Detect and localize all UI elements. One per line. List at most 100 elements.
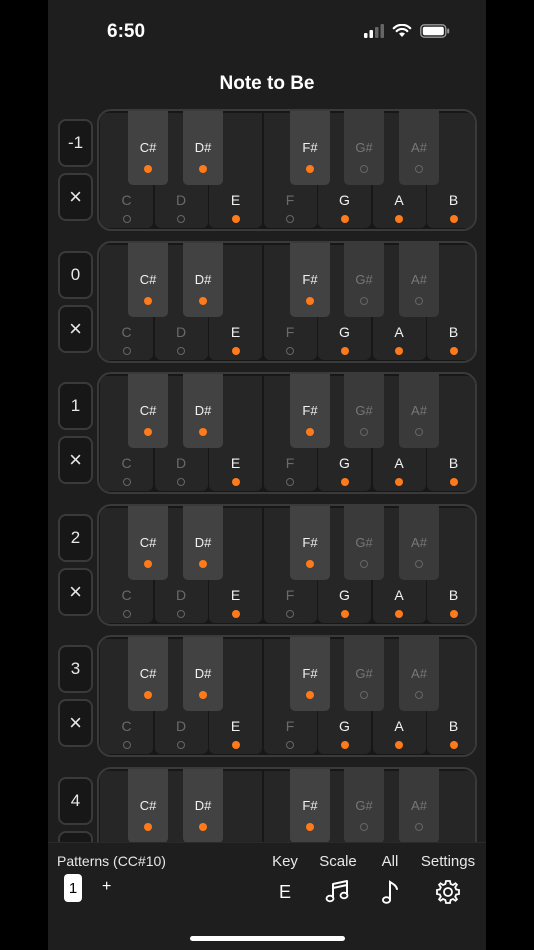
black-key[interactable]: C# bbox=[128, 111, 168, 185]
clear-octave-button[interactable]: × bbox=[58, 173, 93, 221]
black-key[interactable]: F# bbox=[290, 637, 330, 711]
key-label: E bbox=[230, 192, 241, 208]
settings-button[interactable] bbox=[428, 877, 468, 907]
octave-row: 2 × C D E F G A B C# D# F# G# A# bbox=[48, 503, 486, 626]
black-key[interactable]: F# bbox=[290, 768, 330, 842]
key-state-dot bbox=[177, 346, 185, 355]
piano-keyboard: C D E F G A B C# D# F# G# A# bbox=[97, 635, 477, 757]
black-key[interactable]: D# bbox=[183, 505, 223, 580]
black-key[interactable]: A# bbox=[399, 637, 439, 711]
key-state-dot bbox=[360, 165, 368, 173]
black-key[interactable]: G# bbox=[344, 111, 384, 185]
key-label: D# bbox=[194, 797, 212, 813]
pattern-1-button[interactable]: 1 bbox=[64, 874, 82, 902]
clear-octave-button[interactable]: × bbox=[58, 567, 93, 616]
clear-octave-button[interactable]: × bbox=[58, 830, 93, 842]
black-key[interactable]: F# bbox=[290, 505, 330, 580]
key-button[interactable]: E bbox=[265, 877, 305, 907]
key-label: A bbox=[394, 323, 404, 340]
key-label: F# bbox=[302, 666, 318, 681]
black-key[interactable]: C# bbox=[128, 374, 168, 448]
black-key[interactable]: G# bbox=[344, 505, 384, 580]
octave-number-button[interactable]: 0 bbox=[58, 250, 93, 299]
key-label: C bbox=[121, 718, 132, 734]
key-state-dot bbox=[122, 478, 131, 486]
key-label: F bbox=[285, 586, 295, 603]
black-key[interactable]: A# bbox=[399, 242, 439, 317]
key-label: F bbox=[285, 455, 295, 471]
key-label: A bbox=[394, 455, 404, 471]
key-label: F# bbox=[302, 140, 318, 155]
black-key[interactable]: G# bbox=[344, 768, 384, 842]
key-state-dot bbox=[199, 428, 207, 436]
key-label: B bbox=[448, 718, 459, 734]
black-key[interactable]: D# bbox=[183, 374, 223, 448]
key-label: G bbox=[339, 586, 350, 603]
key-label: C# bbox=[139, 666, 157, 681]
key-label: B bbox=[448, 192, 459, 208]
black-key[interactable]: C# bbox=[128, 505, 168, 580]
key-label: A# bbox=[411, 403, 427, 418]
scale-button[interactable] bbox=[318, 877, 358, 907]
key-label: D bbox=[175, 718, 187, 734]
key-state-dot bbox=[449, 346, 458, 355]
black-key[interactable]: C# bbox=[128, 242, 168, 317]
key-state-dot bbox=[415, 559, 423, 568]
octave-number-button[interactable]: 2 bbox=[58, 513, 93, 562]
piano-keyboard: C D E F G A B C# D# F# G# A# bbox=[97, 372, 477, 494]
key-state-dot bbox=[231, 215, 240, 223]
key-label: E bbox=[230, 323, 241, 340]
key-label: G# bbox=[355, 140, 373, 155]
black-key[interactable]: A# bbox=[399, 505, 439, 580]
black-key[interactable]: D# bbox=[183, 242, 223, 317]
key-label: G# bbox=[355, 797, 373, 813]
all-button[interactable] bbox=[370, 877, 410, 907]
key-label: F# bbox=[302, 271, 318, 287]
key-state-dot bbox=[177, 609, 185, 618]
key-label: A bbox=[394, 586, 404, 603]
octave-row: -1 × C D E F G A B C# D# F# G# A# bbox=[48, 109, 486, 231]
key-label: C bbox=[121, 586, 132, 603]
clear-octave-button[interactable]: × bbox=[58, 436, 93, 484]
black-key[interactable]: A# bbox=[399, 374, 439, 448]
black-key[interactable]: C# bbox=[128, 637, 168, 711]
key-label: D# bbox=[194, 403, 212, 418]
key-state-dot bbox=[199, 165, 207, 173]
key-state-dot bbox=[340, 346, 349, 355]
key-label: A# bbox=[411, 797, 427, 813]
clear-octave-button[interactable]: × bbox=[58, 699, 93, 747]
octave-list[interactable]: -1 × C D E F G A B C# D# F# G# A# 0 × C D E F G A B C# D# F# G# A# 1… bbox=[48, 0, 486, 842]
octave-number-button[interactable]: -1 bbox=[58, 119, 93, 167]
black-key[interactable]: G# bbox=[344, 374, 384, 448]
key-label: G bbox=[339, 192, 350, 208]
black-key[interactable]: D# bbox=[183, 637, 223, 711]
black-key[interactable]: C# bbox=[128, 768, 168, 842]
key-label: Key bbox=[272, 853, 298, 870]
key-state-dot bbox=[144, 559, 152, 568]
octave-number-button[interactable]: 3 bbox=[58, 645, 93, 693]
add-pattern-button[interactable]: + bbox=[102, 878, 111, 896]
black-key[interactable]: F# bbox=[290, 374, 330, 448]
key-state-dot bbox=[144, 822, 152, 831]
clear-octave-button[interactable]: × bbox=[58, 304, 93, 353]
black-key[interactable]: A# bbox=[399, 768, 439, 842]
key-state-dot bbox=[415, 296, 423, 305]
octave-number-button[interactable]: 4 bbox=[58, 776, 93, 825]
key-state-dot bbox=[415, 822, 423, 831]
octave-number-button[interactable]: 1 bbox=[58, 382, 93, 430]
black-key[interactable]: D# bbox=[183, 768, 223, 842]
black-key[interactable]: F# bbox=[290, 111, 330, 185]
black-key[interactable]: D# bbox=[183, 111, 223, 185]
key-label: E bbox=[230, 455, 241, 471]
key-state-dot bbox=[231, 346, 240, 355]
key-state-dot bbox=[286, 741, 294, 749]
key-state-dot bbox=[395, 346, 403, 355]
phone-screen: 6:50 Note to Be -1 × C D E F G A B C# D# F# G# A# 0 × C D… bbox=[48, 0, 486, 950]
music-note-icon bbox=[382, 880, 398, 904]
black-key[interactable]: A# bbox=[399, 111, 439, 185]
black-key[interactable]: F# bbox=[290, 242, 330, 317]
black-key[interactable]: G# bbox=[344, 242, 384, 317]
black-key[interactable]: G# bbox=[344, 637, 384, 711]
key-state-dot bbox=[449, 478, 458, 486]
key-label: D# bbox=[194, 271, 212, 287]
